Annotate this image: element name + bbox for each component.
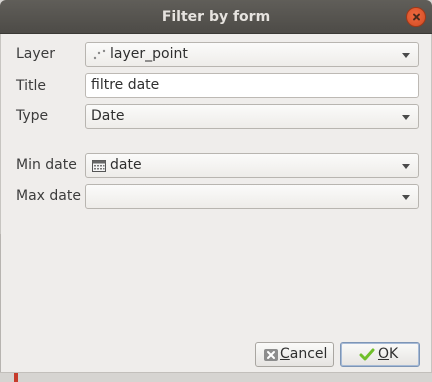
background-window-edge bbox=[0, 234, 1, 382]
background-window-strip bbox=[0, 372, 432, 382]
check-icon bbox=[359, 348, 375, 361]
title-input[interactable]: filtre date bbox=[85, 73, 419, 98]
max-date-label: Max date bbox=[16, 188, 81, 204]
max-date-combobox[interactable] bbox=[85, 184, 419, 209]
cancel-mnemonic: C bbox=[280, 346, 290, 362]
type-combobox[interactable]: Date bbox=[85, 104, 419, 129]
type-value: Date bbox=[91, 108, 125, 124]
title-label: Title bbox=[16, 78, 47, 94]
window-title: Filter by form bbox=[161, 9, 271, 25]
title-input-value: filtre date bbox=[91, 77, 160, 93]
close-button[interactable] bbox=[406, 7, 426, 27]
chevron-down-icon bbox=[402, 164, 410, 169]
chevron-down-icon bbox=[402, 53, 410, 58]
cancel-icon bbox=[264, 349, 278, 361]
chevron-down-icon bbox=[402, 115, 410, 120]
min-date-combobox[interactable]: date bbox=[85, 153, 419, 178]
point-layer-icon bbox=[93, 49, 106, 60]
layer-combobox[interactable]: layer_point bbox=[85, 42, 419, 67]
min-date-value: date bbox=[110, 157, 142, 173]
filter-by-form-dialog: Filter by form Layer layer_point Title f… bbox=[0, 0, 432, 382]
background-marker bbox=[14, 373, 18, 382]
cancel-button[interactable]: Cancel bbox=[255, 342, 334, 367]
chevron-down-icon bbox=[402, 195, 410, 200]
ok-label-rest: K bbox=[389, 346, 399, 362]
layer-label: Layer bbox=[16, 46, 56, 62]
cancel-label-rest: ancel bbox=[289, 346, 328, 362]
title-bar[interactable]: Filter by form bbox=[0, 0, 432, 34]
type-label: Type bbox=[16, 108, 49, 124]
ok-mnemonic: O bbox=[378, 346, 390, 362]
calendar-icon bbox=[92, 160, 106, 172]
min-date-label: Min date bbox=[16, 157, 77, 173]
ok-button[interactable]: OK bbox=[340, 342, 420, 367]
cancel-label: Cancel bbox=[280, 343, 327, 366]
ok-label: OK bbox=[378, 343, 398, 366]
dialog-body: Layer layer_point Title filtre date Type… bbox=[0, 34, 432, 382]
layer-value: layer_point bbox=[110, 46, 188, 62]
